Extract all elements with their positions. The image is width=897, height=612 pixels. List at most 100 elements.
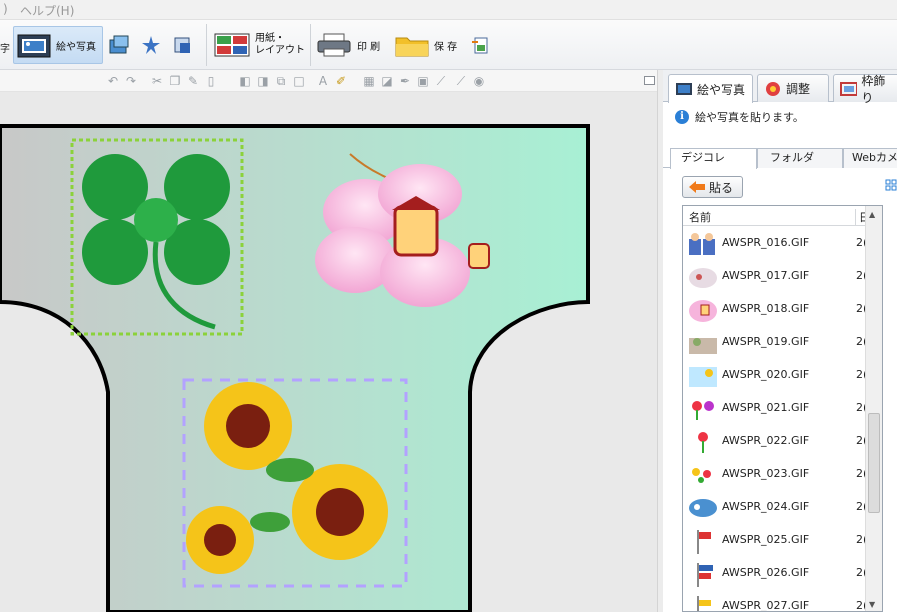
ungroup-icon[interactable]: □ (292, 74, 306, 88)
scroll-thumb[interactable] (868, 413, 880, 513)
folder-icon (395, 37, 429, 57)
thumbnail-icon (697, 596, 711, 611)
thumbnail-icon (689, 367, 717, 387)
clip-button[interactable] (172, 26, 196, 64)
paste-label: 貼る (709, 180, 734, 195)
group-icon[interactable]: ⧉ (274, 74, 288, 88)
insert-picture-label: 絵や写真 (56, 41, 96, 53)
grid-icon[interactable]: ▦ (362, 74, 376, 88)
design-canvas[interactable] (0, 92, 660, 612)
list-item[interactable]: AWSPR_020.GIF 2( (683, 359, 867, 392)
list-header: 名前 日 (683, 206, 870, 226)
redo-icon[interactable]: ↷ (124, 74, 138, 88)
file-name: AWSPR_026.GIF (722, 566, 810, 579)
scroll-down-icon[interactable]: ▼ (869, 600, 875, 609)
list-item[interactable]: AWSPR_025.GIF 2( (683, 524, 867, 557)
send-back-icon[interactable]: ◨ (256, 74, 270, 88)
delete-icon[interactable]: ▯ (204, 74, 218, 88)
file-name: AWSPR_025.GIF (722, 533, 810, 546)
file-name: AWSPR_017.GIF (722, 269, 810, 282)
ribbon-separator (206, 24, 207, 66)
list-item[interactable]: AWSPR_026.GIF 2( (683, 557, 867, 590)
layout-grid-icon (214, 33, 250, 57)
tab-frames[interactable]: 枠飾り (833, 74, 897, 105)
save-button[interactable]: 保 存 (395, 26, 461, 64)
view-toggle-icon[interactable] (885, 179, 897, 193)
tab-digicolle[interactable]: デジコレ (670, 148, 757, 169)
list-item[interactable]: AWSPR_018.GIF 2( (683, 293, 867, 326)
copy-icon[interactable]: ❐ (168, 74, 182, 88)
list-scrollbar[interactable]: ▲ ▼ (865, 206, 882, 611)
list-item[interactable]: AWSPR_021.GIF 2( (683, 392, 867, 425)
app-window: ) ヘルプ(H) 字 絵や写真 用紙・ レイアウト 印 刷 保 存 ↶ ↷ ✂ … (0, 0, 897, 612)
paper-label-line1: 用紙・ (255, 33, 285, 44)
card-design (0, 124, 590, 612)
ribbon-separator (310, 24, 311, 66)
shape-icon[interactable]: ◪ (380, 74, 394, 88)
list-item[interactable]: AWSPR_022.GIF 2( (683, 425, 867, 458)
file-name: AWSPR_020.GIF (722, 368, 810, 381)
list-item[interactable]: AWSPR_027.GIF 2( (683, 590, 867, 612)
arrow-left-icon (689, 181, 705, 193)
list-item[interactable]: AWSPR_016.GIF 2( (683, 227, 867, 260)
thumbnail-icon (692, 401, 714, 420)
frame-tab-icon (840, 81, 858, 96)
image-edit-icon[interactable]: ▣ (416, 74, 430, 88)
list-item[interactable]: AWSPR_019.GIF 2( (683, 326, 867, 359)
print-label: 印 刷 (357, 41, 381, 53)
edit-toolbar: ↶ ↷ ✂ ❐ ✎ ▯ ◧ ◨ ⧉ □ A ✐ ▦ ◪ ✒ ▣ ⟋ ⟋ ◉ (0, 70, 660, 92)
photo-stack-icon (109, 35, 129, 54)
stamp-button[interactable] (140, 26, 164, 64)
file-name: AWSPR_021.GIF (722, 401, 810, 414)
brush-icon[interactable]: ✎ (186, 74, 200, 88)
file-name: AWSPR_024.GIF (722, 500, 810, 513)
menu-bar: ) ヘルプ(H) (0, 0, 897, 20)
line-icon[interactable]: ⟋ (454, 74, 468, 88)
adjust-tab-icon (766, 81, 780, 96)
picture-tab-icon (676, 83, 692, 95)
thumbnail-icon (689, 338, 717, 354)
thumbnail-icon (689, 300, 717, 322)
info-line: i 絵や写真を貼ります。 (663, 102, 897, 132)
list-item[interactable]: AWSPR_024.GIF 2( (683, 491, 867, 524)
paint-icon[interactable]: ✐ (334, 74, 348, 88)
file-name: AWSPR_022.GIF (722, 434, 810, 447)
paper-layout-button[interactable]: 用紙・ レイアウト (214, 26, 306, 64)
pen-icon[interactable]: ✒ (398, 74, 412, 88)
export-image-icon (472, 37, 488, 54)
mask-icon[interactable]: ⟋ (434, 74, 448, 88)
file-name: AWSPR_027.GIF (722, 599, 810, 612)
record-icon[interactable]: ◉ (472, 74, 486, 88)
tab-adjust[interactable]: 調整 (757, 74, 829, 102)
info-icon: i (675, 110, 689, 124)
tab-pictures[interactable]: 絵や写真 (668, 74, 753, 103)
column-name[interactable]: 名前 (689, 209, 711, 225)
paste-button[interactable]: 貼る (682, 176, 743, 198)
ribbon-partial-label: 字 (0, 44, 10, 55)
file-list: 名前 日 AWSPR_016.GIF2(AWSPR_017.GIF2(AWSPR… (682, 205, 883, 612)
list-item[interactable]: AWSPR_023.GIF 2( (683, 458, 867, 491)
export-button[interactable] (470, 26, 492, 64)
print-button[interactable]: 印 刷 (316, 26, 388, 64)
thumbnail-icon (689, 499, 717, 517)
save-label: 保 存 (434, 41, 458, 53)
bring-front-icon[interactable]: ◧ (238, 74, 252, 88)
scroll-up-icon[interactable]: ▲ (869, 210, 875, 219)
tab-frames-label: 枠飾り (861, 73, 886, 105)
source-tabs: デジコレ フォルダ Webカメ (663, 146, 897, 169)
paper-label-line2: レイアウト (255, 45, 305, 56)
undo-icon[interactable]: ↶ (106, 74, 120, 88)
tab-folder[interactable]: フォルダ (757, 148, 843, 168)
list-item[interactable]: AWSPR_017.GIF 2( (683, 260, 867, 293)
text-icon[interactable]: A (316, 74, 330, 88)
menu-item-help[interactable]: ヘルプ(H) (20, 2, 74, 19)
insert-picture-button[interactable]: 絵や写真 (13, 26, 103, 64)
photo-effect-button[interactable] (108, 26, 132, 64)
file-name: AWSPR_016.GIF (722, 236, 810, 249)
thumbnail-icon (698, 432, 708, 453)
menu-item-partial[interactable]: ) (3, 2, 8, 16)
clip-image-icon (174, 37, 190, 53)
tab-webcam[interactable]: Webカメ (843, 148, 897, 168)
cut-icon[interactable]: ✂ (150, 74, 164, 88)
panel-toggle-icon[interactable] (644, 76, 655, 85)
